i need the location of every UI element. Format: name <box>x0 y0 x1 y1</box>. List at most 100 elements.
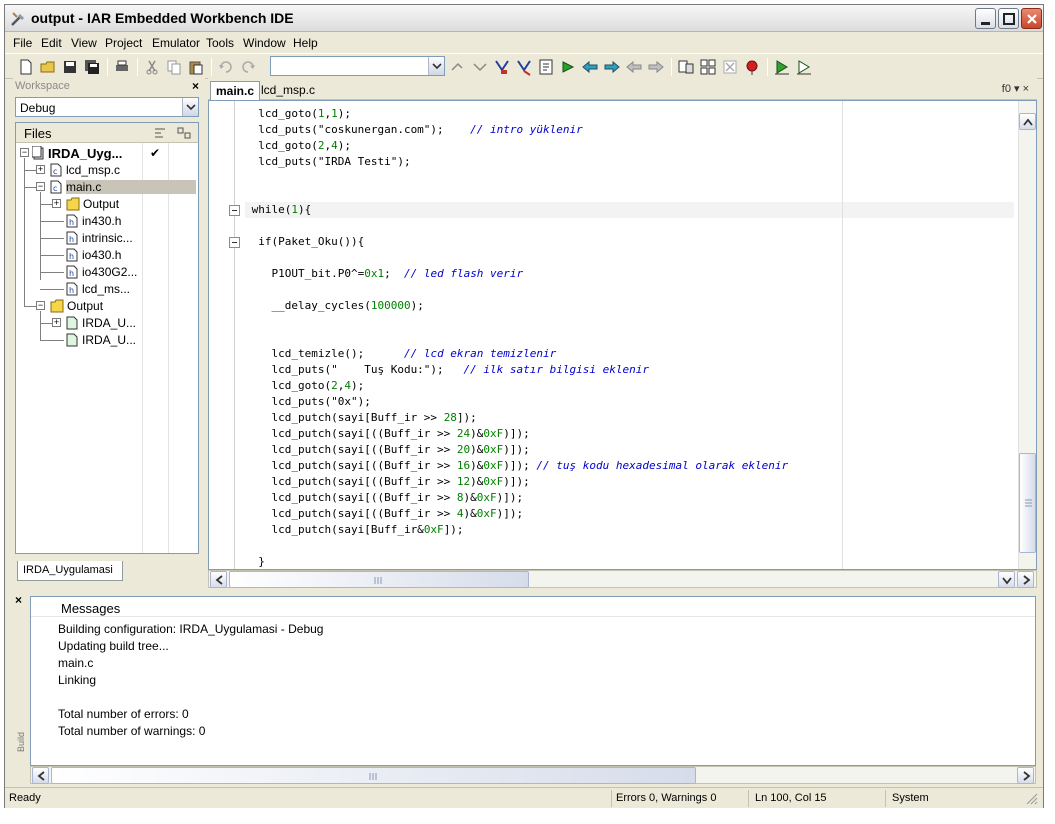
open-folder-icon[interactable] <box>39 58 57 76</box>
tree-item-project[interactable]: − IRDA_Uyg... ✔ <box>16 145 198 162</box>
editor-horizontal-scrollbar[interactable] <box>208 570 1037 588</box>
configuration-select[interactable]: Debug <box>15 97 199 117</box>
code-line[interactable]: lcd_putch(sayi[Buff_ir&0xF]); <box>245 522 463 538</box>
tree-item-folder[interactable]: − Output <box>16 298 198 315</box>
paste-icon[interactable] <box>187 58 205 76</box>
undo-icon[interactable] <box>217 58 235 76</box>
options-icon[interactable] <box>152 125 168 141</box>
code-line[interactable]: lcd_puts(" Tuş Kodu:"); // ilk satır bil… <box>245 362 649 378</box>
code-line[interactable]: lcd_putch(sayi[((Buff_ir >> 16)&0xF)]); … <box>245 458 788 474</box>
new-file-icon[interactable] <box>17 58 35 76</box>
collapse-icon[interactable]: − <box>36 301 45 310</box>
find-in-files-icon[interactable] <box>515 58 533 76</box>
scroll-thumb[interactable] <box>1019 453 1036 553</box>
code-line[interactable]: lcd_puts("coskunergan.com"); // intro yü… <box>245 122 583 138</box>
scroll-up-button[interactable] <box>1019 113 1036 130</box>
fold-toggle[interactable] <box>229 237 240 248</box>
code-line[interactable]: lcd_putch(sayi[((Buff_ir >> 20)&0xF)]); <box>245 442 529 458</box>
code-editor[interactable]: lcd_goto(1,1); lcd_puts("coskunergan.com… <box>208 100 1037 570</box>
menu-edit[interactable]: Edit <box>41 36 62 50</box>
find-combo-dropdown[interactable] <box>428 57 444 75</box>
debug-without-download-icon[interactable] <box>795 58 813 76</box>
find-combo[interactable] <box>270 56 445 76</box>
tree-item-file[interactable]: h io430.h <box>16 247 198 264</box>
code-line[interactable]: lcd_putch(sayi[((Buff_ir >> 12)&0xF)]); <box>245 474 529 490</box>
editor-vertical-scrollbar[interactable] <box>1018 101 1036 569</box>
menu-view[interactable]: View <box>71 36 97 50</box>
scroll-right-button[interactable] <box>1017 571 1034 588</box>
messages-horizontal-scrollbar[interactable] <box>30 766 1036 784</box>
code-line[interactable]: if(Paket_Oku()){ <box>245 234 364 250</box>
menu-file[interactable]: File <box>13 36 32 50</box>
code-line[interactable]: lcd_goto(2,4); <box>245 138 351 154</box>
expand-icon[interactable]: + <box>52 199 61 208</box>
code-line[interactable]: __delay_cycles(100000); <box>245 298 423 314</box>
tab-main-c[interactable]: main.c <box>210 81 261 100</box>
workspace-close-icon[interactable]: × <box>192 79 199 93</box>
code-line[interactable]: lcd_goto(1,1); <box>245 106 351 122</box>
code-line[interactable]: lcd_putch(sayi[Buff_ir >> 28]); <box>245 410 476 426</box>
collapse-icon[interactable]: − <box>20 148 29 157</box>
copy-icon[interactable] <box>165 58 183 76</box>
code-line[interactable]: lcd_putch(sayi[((Buff_ir >> 24)&0xF)]); <box>245 426 529 442</box>
save-all-icon[interactable] <box>83 58 101 76</box>
step-over-icon[interactable] <box>581 58 599 76</box>
messages-close-icon[interactable]: × <box>15 593 22 607</box>
scroll-thumb[interactable] <box>51 767 696 784</box>
scroll-left-button[interactable] <box>210 571 227 588</box>
print-icon[interactable] <box>113 58 131 76</box>
tree-item-file[interactable]: h intrinsic... <box>16 230 198 247</box>
step-out-icon[interactable] <box>625 58 643 76</box>
menu-project[interactable]: Project <box>105 36 142 50</box>
tree-item-file[interactable]: IRDA_U... <box>16 332 198 349</box>
code-line[interactable]: lcd_puts("IRDA Testi"); <box>245 154 410 170</box>
scroll-left-button[interactable] <box>32 767 49 784</box>
expand-icon[interactable]: + <box>36 165 45 174</box>
code-line[interactable]: lcd_goto(2,4); <box>245 378 364 394</box>
function-navigator[interactable]: f0 ▾ × <box>1002 82 1029 95</box>
download-debug-icon[interactable] <box>773 58 791 76</box>
code-line[interactable]: lcd_puts("0x"); <box>245 394 370 410</box>
close-window-button[interactable] <box>1021 8 1042 29</box>
code-area[interactable]: lcd_goto(1,1); lcd_puts("coskunergan.com… <box>245 101 1014 569</box>
goto-icon[interactable] <box>493 58 511 76</box>
step-into-icon[interactable] <box>603 58 621 76</box>
code-line[interactable]: lcd_temizle(); // lcd ekran temizlenir <box>245 346 556 362</box>
compile-icon[interactable] <box>537 58 555 76</box>
tree-item-file[interactable]: − c main.c <box>16 179 198 281</box>
tab-lcd-msp-c[interactable]: lcd_msp.c <box>256 81 320 100</box>
code-line[interactable]: lcd_putch(sayi[((Buff_ir >> 8)&0xF)]); <box>245 490 523 506</box>
expand-icon[interactable]: + <box>52 318 61 327</box>
code-line[interactable]: lcd_putch(sayi[((Buff_ir >> 4)&0xF)]); <box>245 506 523 522</box>
menu-tools[interactable]: Tools <box>206 36 234 50</box>
resize-grip-icon[interactable] <box>1025 792 1039 806</box>
maximize-button[interactable] <box>998 8 1019 29</box>
tree-item-file[interactable]: h io430G2... <box>16 264 198 281</box>
output-columns-icon[interactable] <box>176 125 192 141</box>
scroll-down-button[interactable] <box>998 571 1015 588</box>
code-line[interactable]: while(1){ <box>245 202 312 218</box>
make-icon[interactable] <box>559 58 577 76</box>
tree-item-file[interactable]: + IRDA_U... <box>16 311 198 340</box>
next-statement-icon[interactable] <box>647 58 665 76</box>
menu-window[interactable]: Window <box>243 36 286 50</box>
next-bookmark-icon[interactable] <box>471 58 489 76</box>
configuration-dropdown[interactable] <box>182 98 198 116</box>
toggle-bookmark-icon[interactable] <box>449 58 467 76</box>
cut-icon[interactable] <box>143 58 161 76</box>
breakpoint-icon[interactable] <box>743 58 761 76</box>
disassembly-icon[interactable] <box>699 58 717 76</box>
workspace-tab[interactable]: IRDA_Uygulamasi <box>17 561 123 581</box>
collapse-icon[interactable]: − <box>36 182 45 191</box>
save-icon[interactable] <box>61 58 79 76</box>
menu-help[interactable]: Help <box>293 36 318 50</box>
scroll-right-button[interactable] <box>1017 767 1034 784</box>
tree-item-file[interactable]: h lcd_ms... <box>16 277 198 306</box>
fold-toggle[interactable] <box>229 205 240 216</box>
tree-item-file[interactable]: h in430.h <box>16 213 198 230</box>
menu-emulator[interactable]: Emulator <box>152 36 200 50</box>
code-line[interactable]: } <box>245 554 265 569</box>
scroll-thumb[interactable] <box>229 571 529 588</box>
code-line[interactable]: P1OUT_bit.P0^=0x1; // led flash verir <box>245 266 523 282</box>
stop-build-icon[interactable] <box>721 58 739 76</box>
